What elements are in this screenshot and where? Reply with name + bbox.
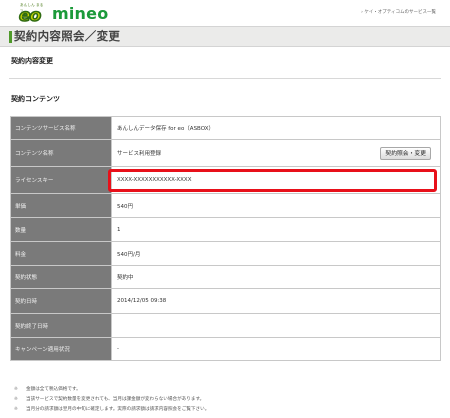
- row-label: 単価: [10, 193, 112, 218]
- table-row: 契約終了日時: [10, 313, 441, 338]
- contract-inquiry-change-button[interactable]: 契約照会・変更: [380, 147, 431, 160]
- page-title-band: 契約内容照会／変更: [0, 26, 450, 47]
- table-row: 数量 1: [10, 217, 441, 242]
- row-value: [111, 313, 441, 338]
- note-mark: ※: [14, 387, 18, 392]
- table-row: コンテンツ名称 サービス利用登録 契約照会・変更: [10, 139, 441, 167]
- row-value: あんしんデータ保存 for eo（ASBOX）: [111, 116, 441, 140]
- row-label: 契約状態: [10, 265, 112, 289]
- row-label: コンテンツサービス名称: [10, 116, 112, 140]
- eo-logo[interactable]: あんしん まる ッ eo: [9, 2, 45, 27]
- mineo-logo[interactable]: mineo: [52, 5, 108, 22]
- notes: ※ 金額は全て税込価格です。 ※ 当該サービスで契約数量を変更されても、当月は課金額…: [14, 385, 209, 415]
- row-label: コンテンツ名称: [10, 139, 112, 167]
- row-value: サービス利用登録: [117, 151, 162, 157]
- row-value: 契約中: [111, 265, 441, 289]
- row-label: 契約日時: [10, 288, 112, 314]
- page-title: 契約内容照会／変更: [14, 29, 121, 43]
- row-value: 2014/12/05 09:38: [111, 288, 441, 314]
- note-text: 金額は全て税込価格です。: [26, 387, 81, 392]
- row-label: 料金: [10, 241, 112, 266]
- section-divider: [9, 78, 441, 79]
- note-mark: ※: [14, 407, 18, 412]
- eo-logo-mark: eo: [18, 6, 42, 27]
- table-row: 料金 540円/月: [10, 241, 441, 266]
- note-item: ※ 金額は全て税込価格です。: [14, 385, 209, 395]
- row-value: 1: [111, 217, 441, 242]
- note-text: 当月分の請求額は翌月の中旬に確定します。実際の請求額は請求内容照会をご覧下さい。: [26, 407, 210, 412]
- row-value-cell: サービス利用登録 契約照会・変更: [111, 139, 441, 167]
- table-row: キャンペーン適用状況 -: [10, 337, 441, 361]
- section-title: 契約コンテンツ: [11, 95, 60, 103]
- table-row: 契約日時 2014/12/05 09:38: [10, 288, 441, 314]
- table-row: 契約状態 契約中: [10, 265, 441, 289]
- contract-table: コンテンツサービス名称 あんしんデータ保存 for eo（ASBOX） コンテン…: [10, 116, 441, 361]
- note-item: ※ 当該サービスで契約数量を変更されても、当月は課金額が変わらない場合があります。: [14, 395, 209, 405]
- license-key-highlight-box: [108, 169, 437, 192]
- table-row: 単価 540円: [10, 193, 441, 218]
- row-label: 数量: [10, 217, 112, 242]
- note-text: 当該サービスで契約数量を変更されても、当月は課金額が変わらない場合があります。: [26, 397, 205, 402]
- row-value: -: [111, 337, 441, 361]
- row-label: 契約終了日時: [10, 313, 112, 338]
- note-item: ※ 当月分の請求額は翌月の中旬に確定します。実際の請求額は請求内容照会をご覧下さい…: [14, 405, 209, 415]
- row-label: キャンペーン適用状況: [10, 337, 112, 361]
- row-value: 540円/月: [111, 241, 441, 266]
- title-accent-bar: [9, 31, 12, 43]
- row-value: 540円: [111, 193, 441, 218]
- service-list-link[interactable]: › ケイ・オプティコムのサービス一覧: [361, 9, 436, 15]
- table-row: コンテンツサービス名称 あんしんデータ保存 for eo（ASBOX）: [10, 116, 441, 140]
- site-header: あんしん まる ッ eo mineo › ケイ・オプティコムのサービス一覧: [0, 0, 450, 26]
- page-subtitle: 契約内容変更: [11, 57, 53, 65]
- row-label: ライセンスキー: [10, 166, 112, 194]
- note-mark: ※: [14, 397, 18, 402]
